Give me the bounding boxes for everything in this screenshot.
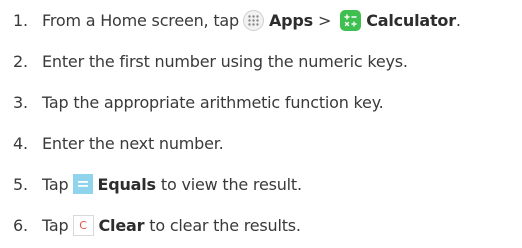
step-6: 6. Tap C Clear to clear the results. (0, 210, 301, 240)
equals-key-icon (72, 174, 93, 194)
step-3: 3. Tap the appropriate arithmetic functi… (0, 87, 384, 117)
step-text-tail: to view the result. (160, 174, 302, 194)
step-1: 1. From a Home screen, tap Apps > Calcul… (0, 5, 461, 35)
step-text: Tap (42, 174, 69, 194)
step-4: 4. Enter the next number. (0, 128, 224, 158)
step-5: 5. Tap Equals to view the result. (0, 169, 302, 199)
step-text: Enter the next number. (42, 133, 224, 153)
equals-label: Equals (97, 174, 157, 194)
calculator-label: Calculator (366, 10, 456, 30)
step-suffix: . (455, 10, 461, 30)
step-text: Enter the first number using the numeric… (42, 51, 408, 71)
separator-chevron: > (317, 10, 332, 30)
step-text: From a Home screen, tap (42, 10, 239, 30)
apps-label: Apps (268, 10, 313, 30)
step-number: 1. (13, 10, 28, 30)
step-2: 2. Enter the first number using the nume… (0, 46, 408, 76)
step-text: Tap (42, 215, 69, 235)
clear-label: Clear (98, 215, 145, 235)
clear-key-icon: C (72, 214, 94, 236)
step-number: 4. (13, 133, 28, 153)
step-text: Tap the appropriate arithmetic function … (42, 92, 384, 112)
step-number: 3. (13, 92, 28, 112)
calculator-icon (340, 9, 362, 31)
step-number: 5. (13, 174, 28, 194)
step-text-tail: to clear the results. (149, 215, 301, 235)
step-number: 2. (13, 51, 28, 71)
step-number: 6. (13, 215, 28, 235)
apps-grid-icon (242, 9, 264, 31)
